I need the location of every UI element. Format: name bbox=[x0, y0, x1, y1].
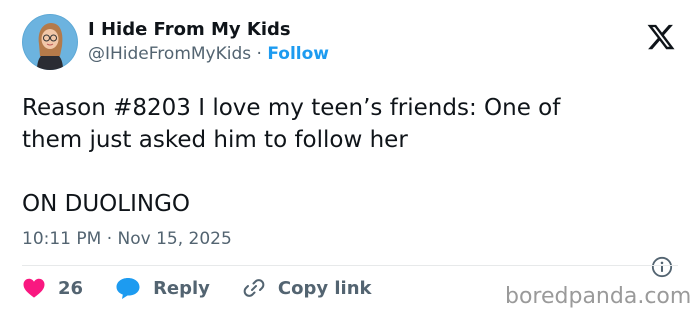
like-count: 26 bbox=[58, 277, 84, 299]
display-name[interactable]: I Hide From My Kids bbox=[88, 18, 329, 42]
divider bbox=[22, 265, 678, 266]
x-logo-icon[interactable] bbox=[646, 22, 676, 52]
reply-bubble-icon bbox=[116, 278, 140, 299]
tweet-card: I Hide From My Kids @IHideFromMyKids · F… bbox=[0, 0, 700, 318]
tweet-line-2: them just asked him to follow her bbox=[22, 127, 408, 153]
tweet-line-1: Reason #8203 I love my teen’s friends: O… bbox=[22, 95, 561, 121]
tweet-line-break bbox=[22, 156, 682, 188]
user-meta: I Hide From My Kids @IHideFromMyKids · F… bbox=[88, 18, 329, 66]
handle-separator: · bbox=[256, 44, 262, 64]
reply-label: Reply bbox=[153, 277, 210, 299]
avatar[interactable] bbox=[22, 14, 78, 70]
info-icon[interactable] bbox=[651, 256, 673, 278]
tweet-header: I Hide From My Kids @IHideFromMyKids · F… bbox=[22, 14, 329, 70]
action-bar: 26 Reply Copy link bbox=[22, 276, 404, 300]
handle-row: @IHideFromMyKids · Follow bbox=[88, 42, 329, 66]
copy-link-label: Copy link bbox=[277, 277, 372, 299]
tweet-line-3: ON DUOLINGO bbox=[22, 191, 190, 217]
link-icon bbox=[243, 279, 265, 297]
watermark: boredpanda.com bbox=[505, 284, 692, 309]
tweet-text: Reason #8203 I love my teen’s friends: O… bbox=[22, 92, 682, 220]
copy-link-button[interactable]: Copy link bbox=[242, 276, 372, 300]
handle[interactable]: @IHideFromMyKids bbox=[88, 44, 251, 64]
heart-icon bbox=[23, 278, 45, 298]
follow-button[interactable]: Follow bbox=[267, 44, 329, 64]
like-button[interactable]: 26 bbox=[22, 276, 83, 300]
tweet-timestamp[interactable]: 10:11 PM · Nov 15, 2025 bbox=[22, 227, 232, 251]
reply-button[interactable]: Reply bbox=[115, 276, 210, 300]
